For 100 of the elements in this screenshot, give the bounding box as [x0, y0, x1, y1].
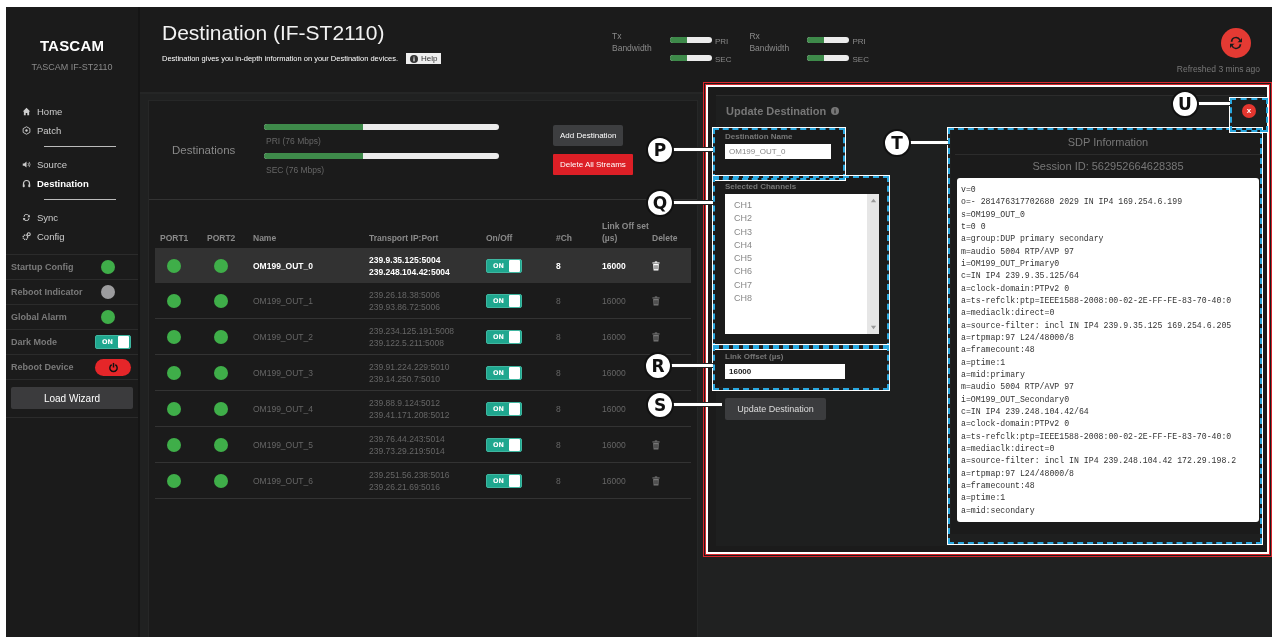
stream-name: OM199_OUT_0 [253, 260, 313, 271]
page-title: Destination (IF-ST2110) [162, 21, 386, 45]
ip-address: 239.234.125.191:5008 [369, 325, 456, 336]
stream-name: OM199_OUT_6 [253, 475, 313, 486]
destination-name-field[interactable]: OM199_OUT_0 [725, 144, 831, 159]
sdp-line: a=rtpmap:97 L24/48000/8 [961, 331, 1075, 344]
speaker-icon [22, 159, 31, 169]
gears-icon [22, 231, 31, 241]
sdp-line: a=ts-refclk:ptp=IEEE1588-2008:00-02-2E-FF-FE-83-70-40:0 [961, 294, 1233, 307]
scroll-up-icon[interactable] [869, 197, 877, 204]
load-wizard-button[interactable]: Load Wizard [11, 387, 133, 409]
status-label: Dark Mode [11, 337, 57, 347]
brand-logo: TASCAM [39, 36, 105, 54]
trash-icon[interactable] [652, 260, 660, 271]
help-button[interactable]: Help [405, 53, 442, 64]
meter-label: PRI (76 Mbps) [265, 134, 321, 146]
sdp-line: o=- 281476317702680 2029 IN IP4 169.254.6.199 [961, 196, 1184, 209]
sdp-line: m=audio 5004 RTP/AVP 97 [961, 245, 1075, 258]
channel-option[interactable]: CH8 [734, 292, 867, 306]
headphones-icon [22, 178, 31, 188]
link-offset: 16000 [602, 331, 626, 342]
ip-address: 239.91.224.229:5010 [369, 361, 451, 372]
ip-address: 239.9.35.125:5004 [369, 254, 442, 265]
meter-label: SEC [852, 54, 869, 64]
nav-item[interactable]: Home [22, 103, 138, 119]
sdp-line: a=source-filter: incl IN IP4 239.248.104.42 172.29.198.2 [961, 455, 1238, 468]
power-button[interactable] [95, 358, 131, 376]
sdp-line: c=IN IP4 239.248.104.42/64 [961, 405, 1090, 418]
info-icon [409, 54, 418, 63]
nav-item[interactable]: Sync [22, 209, 138, 225]
ip-address: 239.26.18.38:5006 [369, 289, 441, 300]
field-label: Selected Channels [725, 182, 798, 191]
nav-item[interactable]: Destination [22, 175, 138, 191]
link-offset-field[interactable]: 16000 [725, 364, 845, 379]
close-button[interactable]: x [1242, 104, 1256, 118]
sdp-line: a=mediaclk:direct=0 [961, 442, 1056, 455]
add-destination-button[interactable]: Add Destination [553, 125, 624, 146]
sdp-line: a=ptime:1 [961, 356, 1007, 369]
delete-all-button[interactable]: Delete All Streams [553, 154, 633, 175]
channel-option[interactable]: CH7 [734, 278, 867, 293]
stream-name: OM199_OUT_1 [253, 295, 313, 306]
refresh-icon [1228, 35, 1244, 51]
refresh-time: Refreshed 3 mins ago [1176, 64, 1260, 74]
sdp-line: a=group:DUP primary secondary [961, 233, 1105, 246]
scroll-down-icon[interactable] [869, 324, 877, 331]
link-offset: 16000 [602, 295, 626, 306]
sdp-line: a=mediaclk:direct=0 [961, 307, 1056, 320]
field-label: Link Offset (µs) [725, 352, 785, 361]
sdp-line: m=audio 5004 RTP/AVP 97 [961, 381, 1075, 394]
column-header: PORT2 [207, 216, 253, 248]
ip-address: 239.76.44.243:5014 [369, 433, 446, 444]
channel-count: 8 [556, 295, 561, 306]
status-label: Reboot Indicator [11, 287, 83, 297]
channel-option[interactable]: CH2 [734, 212, 867, 226]
sdp-line: a=rtpmap:97 L24/48000/8 [961, 467, 1075, 480]
nav-item[interactable]: Config [22, 228, 138, 244]
link-offset: 16000 [602, 367, 626, 378]
status-label: Reboot Device [11, 362, 74, 372]
meter-label: PRI [715, 36, 729, 46]
column-header: Delete [652, 216, 691, 248]
column-header: On/Off [486, 216, 556, 248]
sdp-line: a=mid:secondary [961, 504, 1036, 517]
session-id: Session ID: 562952664628385 [1031, 159, 1185, 174]
channel-list[interactable]: CH1 CH2 CH3 CH4 CH5 CH6 CH7 CH8 [725, 194, 879, 334]
ip-address: 239.14.250.7:5010 [369, 373, 441, 384]
ip-address: 239.26.21.69:5016 [369, 481, 441, 492]
sdp-line: v=0 [961, 184, 977, 196]
nav-item[interactable]: Patch [22, 122, 138, 138]
channel-option[interactable]: CH1 [734, 199, 867, 213]
bandwidth-label: Bandwidth [749, 43, 791, 53]
column-header: #Ch [556, 216, 602, 248]
bandwidth-meter [807, 36, 850, 43]
field-label: Destination Name [725, 132, 794, 141]
stream-name: OM199_OUT_2 [253, 331, 313, 342]
bandwidth-meter [670, 54, 712, 61]
nav-item[interactable]: Source [22, 156, 138, 172]
sync-icon [22, 212, 31, 222]
column-header: Link Off set (µs) [602, 216, 652, 248]
link-offset: 16000 [602, 260, 626, 271]
ip-address: 239.41.171.208:5012 [369, 409, 451, 420]
home-icon [22, 106, 31, 116]
update-destination-button[interactable]: Update Destination [725, 398, 826, 420]
link-offset: 16000 [602, 475, 626, 486]
power-icon [107, 361, 119, 373]
channel-option[interactable]: CH3 [734, 225, 867, 239]
channel-count: 8 [556, 260, 561, 271]
sdp-line: a=ptime:1 [961, 492, 1007, 505]
ip-address: 239.93.86.72:5006 [369, 301, 441, 312]
channel-option[interactable]: CH5 [734, 252, 867, 266]
ip-address: 239.251.56.238:5016 [369, 469, 451, 480]
column-header: PORT1 [155, 216, 207, 248]
channel-option[interactable]: CH6 [734, 265, 867, 279]
sdp-line: a=source-filter: incl IN IP4 239.9.35.125 169.254.6.205 [961, 319, 1233, 332]
dialog-title: Update Destination [726, 105, 827, 117]
sdp-line: t=0 0 [961, 221, 987, 233]
panel-title: Destinations [172, 144, 237, 156]
sdp-line: c=IN IP4 239.9.35.125/64 [961, 270, 1080, 283]
ip-address: 239.248.104.42:5004 [369, 266, 451, 277]
channel-option[interactable]: CH4 [734, 238, 867, 253]
refresh-button[interactable] [1221, 28, 1251, 58]
